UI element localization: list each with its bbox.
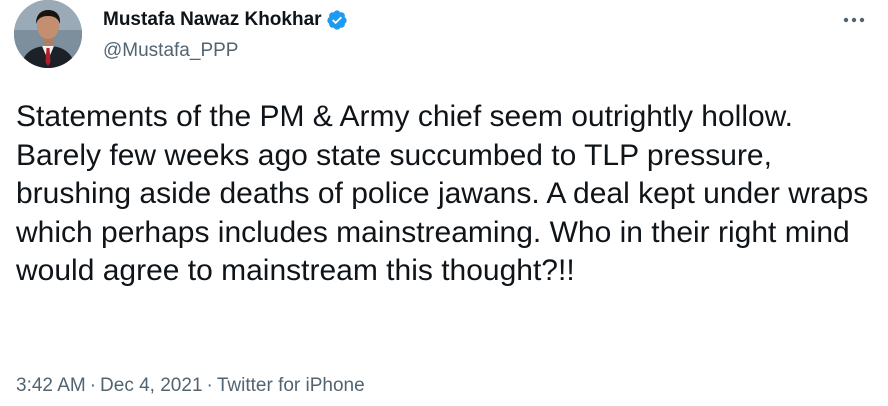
avatar-image [14,0,82,68]
author-handle[interactable]: @Mustafa_PPP [103,39,238,63]
avatar[interactable] [14,0,82,68]
more-options-button[interactable] [838,8,870,32]
tweet-time-link[interactable]: 3:42 AM [16,375,86,396]
meta-separator: · [206,375,213,396]
author-display-name[interactable]: Mustafa Nawaz Khokhar [103,8,322,32]
tweet-source-link[interactable]: Twitter for iPhone [217,375,365,396]
author-name-row: Mustafa Nawaz Khokhar [103,8,348,32]
tweet-card: Mustafa Nawaz Khokhar @Mustafa_PPP State… [0,0,888,406]
tweet-metadata: 3:42 AM · Dec 4, 2021 · Twitter for iPhone [16,374,365,398]
more-options-icon [843,17,865,23]
tweet-date-link[interactable]: Dec 4, 2021 [100,375,202,396]
tweet-text: Statements of the PM & Army chief seem o… [16,100,877,287]
meta-separator: · [89,375,97,396]
verified-badge-icon [326,9,348,31]
